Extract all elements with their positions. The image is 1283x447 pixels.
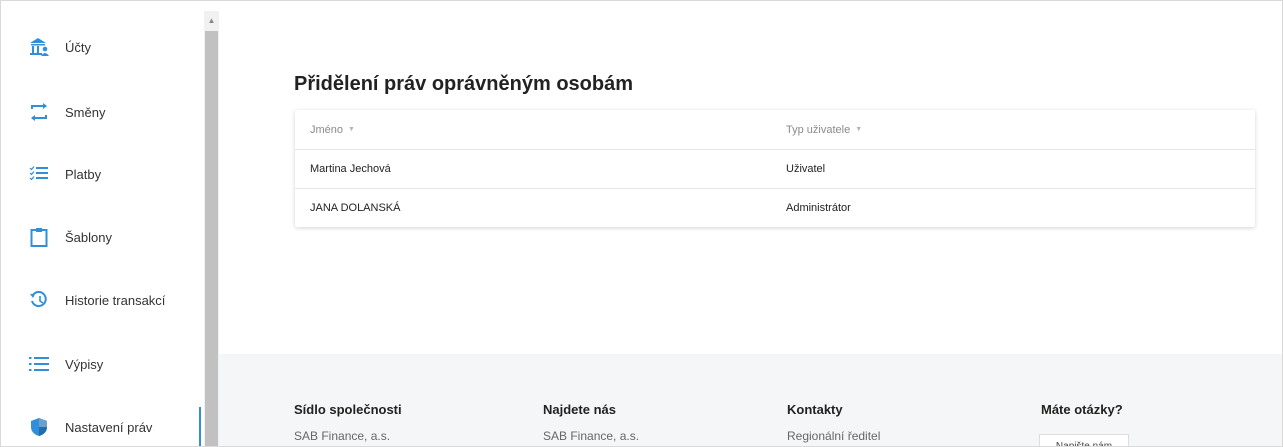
footer-column-questions: Máte otázky? (1041, 402, 1123, 417)
footer-column-contacts: Kontakty Regionální ředitel (787, 402, 880, 443)
table-row[interactable]: JANA DOLANSKÁ Administrátor (295, 188, 1255, 227)
table-header: Jméno ▼ Typ uživatele ▼ (295, 110, 1255, 150)
sidebar-item-label: Účty (65, 39, 91, 55)
cell-name: Martina Jechová (310, 162, 391, 175)
list-icon (27, 352, 51, 376)
footer-heading: Najdete nás (543, 402, 616, 417)
sidebar-item-label: Platby (65, 166, 102, 182)
sidebar-item-label: Nastavení práv (65, 419, 153, 435)
table-row[interactable]: Martina Jechová Uživatel (295, 149, 1255, 189)
sidebar-item-statements[interactable]: Výpisy (1, 344, 201, 384)
sidebar-item-accounts[interactable]: Účty (1, 27, 201, 67)
main-content: Přidělení práv oprávněným osobám Jméno ▼… (219, 1, 1282, 446)
checklist-icon (27, 162, 51, 186)
history-icon (27, 288, 51, 312)
page-title: Přidělení práv oprávněným osobám (294, 73, 633, 95)
footer-heading: Máte otázky? (1041, 402, 1123, 417)
sidebar-item-label: Směny (65, 104, 106, 120)
sidebar-item-label: Historie transakcí (65, 292, 166, 308)
scrollbar-thumb[interactable] (205, 31, 218, 446)
sidebar-item-templates[interactable]: Šablony (1, 217, 201, 257)
footer: Sídlo společnosti SAB Finance, a.s. Najd… (219, 354, 1282, 446)
footer-text: SAB Finance, a.s. (543, 429, 640, 443)
column-header-user-type[interactable]: Typ uživatele ▼ (786, 110, 862, 149)
permissions-table: Jméno ▼ Typ uživatele ▼ Martina Jechová … (295, 110, 1255, 227)
footer-heading: Sídlo společnosti (294, 402, 402, 417)
exchange-arrows-icon (27, 100, 51, 124)
sidebar-item-payments[interactable]: Platby (1, 154, 201, 194)
scroll-up-arrow-icon[interactable]: ▲ (204, 11, 219, 29)
clipboard-icon (27, 225, 51, 249)
sort-caret-icon: ▼ (348, 126, 355, 133)
footer-column-find-us: Najdete nás SAB Finance, a.s. (543, 402, 639, 443)
sidebar-scrollbar[interactable]: ▲ (204, 11, 219, 446)
column-header-label: Typ uživatele (786, 123, 851, 136)
sidebar-item-permissions[interactable]: Nastavení práv (1, 407, 201, 446)
sidebar: Účty Směny Platby Šablony Historie trans… (1, 1, 204, 446)
cell-name: JANA DOLANSKÁ (310, 201, 401, 214)
cell-user-type: Administrátor (786, 201, 851, 214)
shield-icon (27, 415, 51, 439)
footer-text: Regionální ředitel (787, 429, 881, 443)
column-header-name[interactable]: Jméno ▼ (310, 110, 355, 149)
footer-heading: Kontakty (787, 402, 843, 417)
contact-us-button[interactable]: Napište nám (1039, 434, 1129, 446)
sort-caret-icon: ▼ (855, 126, 863, 133)
cell-user-type: Uživatel (786, 162, 826, 175)
app-window: Účty Směny Platby Šablony Historie trans… (0, 0, 1283, 447)
column-header-label: Jméno (310, 123, 344, 136)
sidebar-item-exchanges[interactable]: Směny (1, 92, 201, 132)
sidebar-item-label: Šablony (65, 229, 112, 245)
footer-text: SAB Finance, a.s. (294, 429, 391, 443)
sidebar-item-label: Výpisy (65, 356, 104, 372)
bank-account-icon (27, 35, 51, 59)
footer-column-headquarters: Sídlo společnosti SAB Finance, a.s. (294, 402, 402, 443)
sidebar-item-history[interactable]: Historie transakcí (1, 280, 201, 320)
